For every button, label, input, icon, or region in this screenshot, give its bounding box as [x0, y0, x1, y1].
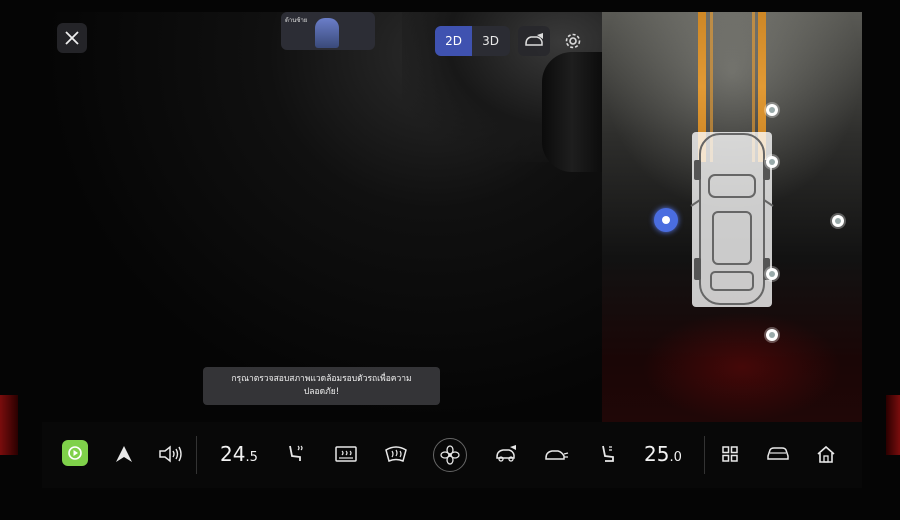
- seat-heat-icon: [289, 445, 303, 461]
- vehicle-button[interactable]: [764, 440, 792, 468]
- car-view-icon: [496, 445, 516, 462]
- seat-icon: [602, 445, 614, 462]
- left-ambient-light: [0, 395, 18, 455]
- car-lights-button[interactable]: [542, 440, 570, 468]
- rear-defrost-icon: [335, 446, 357, 462]
- seat-heat-button[interactable]: [282, 440, 310, 468]
- camera-view[interactable]: [42, 12, 602, 422]
- sensor-right[interactable]: [832, 215, 844, 227]
- home-button[interactable]: [812, 440, 840, 468]
- toast-line-1: กรุณาตรวจสอบสภาพแวดล้อมรอบตัวรถเพื่อความ: [231, 374, 412, 384]
- camera-angle-icon: [525, 33, 543, 46]
- side-camera-preview[interactable]: ด้านซ้าย: [281, 12, 375, 50]
- driver-temperature[interactable]: 24.5: [220, 442, 258, 466]
- car-lights-icon: [545, 450, 569, 460]
- preview-car-icon: [315, 18, 339, 48]
- passenger-temperature[interactable]: 25.0: [644, 442, 682, 466]
- close-icon: [65, 31, 79, 45]
- vehicle-topdown-icon: [690, 133, 774, 305]
- sensor-front[interactable]: [766, 104, 778, 116]
- display-frame: ด้านซ้าย 2D 3D กรุณาตรวจสอบสภาพแวดล้อมรอ…: [0, 0, 900, 520]
- camera-angle-button[interactable]: [518, 26, 550, 56]
- driver-temp-main: 24: [220, 442, 246, 466]
- navigation-button[interactable]: [110, 440, 138, 468]
- apps-button[interactable]: [716, 440, 744, 468]
- sensor-rear-inner[interactable]: [766, 268, 778, 280]
- passenger-temp-decimal: .0: [669, 450, 682, 465]
- view-2d-button[interactable]: 2D: [435, 26, 472, 56]
- surround-view[interactable]: [602, 12, 862, 422]
- close-button[interactable]: [57, 23, 87, 53]
- sensor-left-selected[interactable]: [654, 208, 678, 232]
- navigation-icon: [116, 446, 132, 462]
- front-defrost-icon: [385, 446, 407, 463]
- driver-temp-decimal: .5: [245, 450, 258, 465]
- divider: [196, 436, 197, 474]
- view-3d-button[interactable]: 3D: [472, 26, 509, 56]
- camera-tire: [542, 52, 602, 172]
- apps-grid-icon: [722, 446, 738, 462]
- seat-button[interactable]: [594, 440, 622, 468]
- volume-button[interactable]: [157, 440, 185, 468]
- carplay-icon: [68, 446, 82, 460]
- volume-icon: [159, 445, 182, 463]
- fan-icon: [440, 445, 460, 465]
- divider: [704, 436, 705, 474]
- passenger-temp-main: 25: [644, 442, 670, 466]
- safety-toast: กรุณาตรวจสอบสภาพแวดล้อมรอบตัวรถเพื่อความ…: [203, 367, 440, 405]
- fan-button[interactable]: [433, 438, 467, 472]
- car-icon: [767, 447, 789, 460]
- sensor-front-inner[interactable]: [766, 156, 778, 168]
- preview-label: ด้านซ้าย: [285, 17, 308, 24]
- settings-button[interactable]: [558, 26, 588, 56]
- carplay-button[interactable]: [62, 440, 88, 466]
- home-icon: [817, 445, 835, 463]
- right-ambient-light: [886, 395, 900, 455]
- rear-red-glow: [642, 312, 842, 422]
- rear-defrost-button[interactable]: [332, 440, 360, 468]
- gear-icon: [565, 33, 581, 49]
- bottom-bar: 24.5 25.0: [42, 422, 862, 488]
- car-view-button[interactable]: [492, 440, 520, 468]
- infotainment-screen: ด้านซ้าย 2D 3D กรุณาตรวจสอบสภาพแวดล้อมรอ…: [42, 12, 862, 488]
- sensor-rear[interactable]: [766, 329, 778, 341]
- toast-line-2: ปลอดภัย!: [303, 387, 340, 397]
- front-defrost-button[interactable]: [382, 440, 410, 468]
- view-mode-toggle: 2D 3D: [435, 26, 510, 56]
